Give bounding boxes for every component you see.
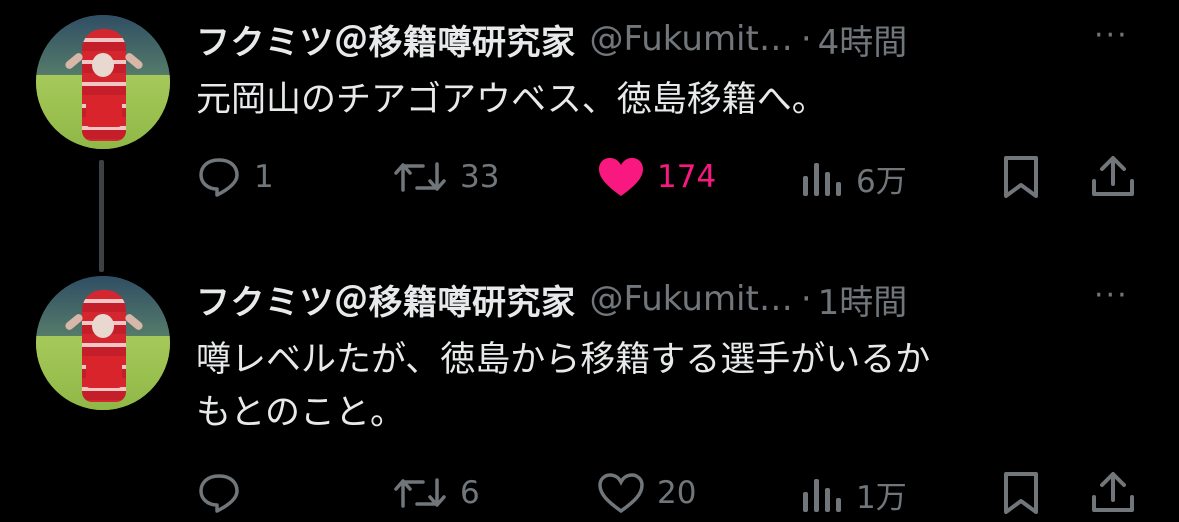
more-options-icon[interactable]: ··· — [1094, 18, 1129, 53]
tweet-text-line: 噂レベルたが、徳島から移籍する選手がいるか — [196, 340, 931, 380]
reply-icon — [199, 474, 239, 513]
views-chart-icon — [803, 162, 841, 196]
views-chart-icon — [803, 478, 841, 512]
separator-dot: · — [800, 19, 812, 59]
timestamp[interactable]: 1時間 — [818, 275, 908, 324]
tweet-text-line: もとのこと。 — [196, 393, 405, 433]
tweet-1[interactable]: フクミツ＠移籍噂研究家 @Fukumit… · 4時間 ··· 元岡山のチアゴア… — [0, 0, 1179, 250]
heart-outline-icon — [598, 473, 644, 514]
display-name[interactable]: フクミツ＠移籍噂研究家 — [196, 15, 576, 64]
like-count: 174 — [657, 159, 717, 195]
retweet-icon — [394, 478, 446, 508]
user-handle[interactable]: @Fukumit… — [590, 19, 793, 59]
tweet-2[interactable]: フクミツ＠移籍噂研究家 @Fukumit… · 1時間 ··· 噂レベルたが、徳… — [0, 258, 1179, 516]
retweet-button[interactable]: 6 — [392, 472, 480, 514]
tweet-text: 元岡山のチアゴアウベス、徳島移籍へ。 — [196, 80, 827, 120]
more-options-icon[interactable]: ··· — [1094, 278, 1129, 313]
retweet-button[interactable]: 33 — [392, 156, 499, 198]
reply-icon — [199, 158, 239, 197]
view-count: 6万 — [856, 164, 907, 200]
action-bar: 6 20 1万 — [0, 472, 1179, 522]
retweet-icon — [394, 162, 446, 192]
tweet-text: 噂レベルたが、徳島から移籍する選手がいるか もとのこと。 — [196, 334, 1116, 440]
reply-count: 1 — [254, 159, 274, 195]
view-count: 1万 — [856, 480, 907, 516]
like-button[interactable]: 174 — [597, 156, 716, 198]
share-icon — [1092, 472, 1134, 512]
avatar[interactable] — [36, 15, 170, 149]
retweet-count: 6 — [460, 475, 480, 511]
action-bar: 1 33 174 6万 — [0, 152, 1179, 202]
share-button[interactable] — [1090, 154, 1136, 200]
bookmark-button[interactable] — [1001, 154, 1041, 200]
like-button[interactable]: 20 — [597, 472, 696, 514]
views-button[interactable]: 6万 — [800, 156, 907, 201]
reply-button[interactable]: 1 — [196, 156, 274, 198]
bookmark-icon — [1004, 156, 1038, 198]
views-button[interactable]: 1万 — [800, 472, 907, 517]
separator-dot: · — [800, 279, 812, 319]
timestamp[interactable]: 4時間 — [818, 15, 908, 64]
bookmark-button[interactable] — [1001, 470, 1041, 516]
reply-button[interactable] — [196, 472, 254, 514]
share-icon — [1092, 156, 1134, 196]
display-name[interactable]: フクミツ＠移籍噂研究家 — [196, 275, 576, 324]
bookmark-icon — [1004, 472, 1038, 514]
share-button[interactable] — [1090, 470, 1136, 516]
tweet-header: フクミツ＠移籍噂研究家 @Fukumit… · 4時間 — [196, 15, 908, 64]
like-count: 20 — [657, 475, 697, 511]
heart-filled-icon — [599, 158, 643, 196]
user-handle[interactable]: @Fukumit… — [590, 279, 793, 319]
retweet-count: 33 — [460, 159, 500, 195]
tweet-header: フクミツ＠移籍噂研究家 @Fukumit… · 1時間 — [196, 275, 908, 324]
avatar[interactable] — [36, 276, 170, 410]
